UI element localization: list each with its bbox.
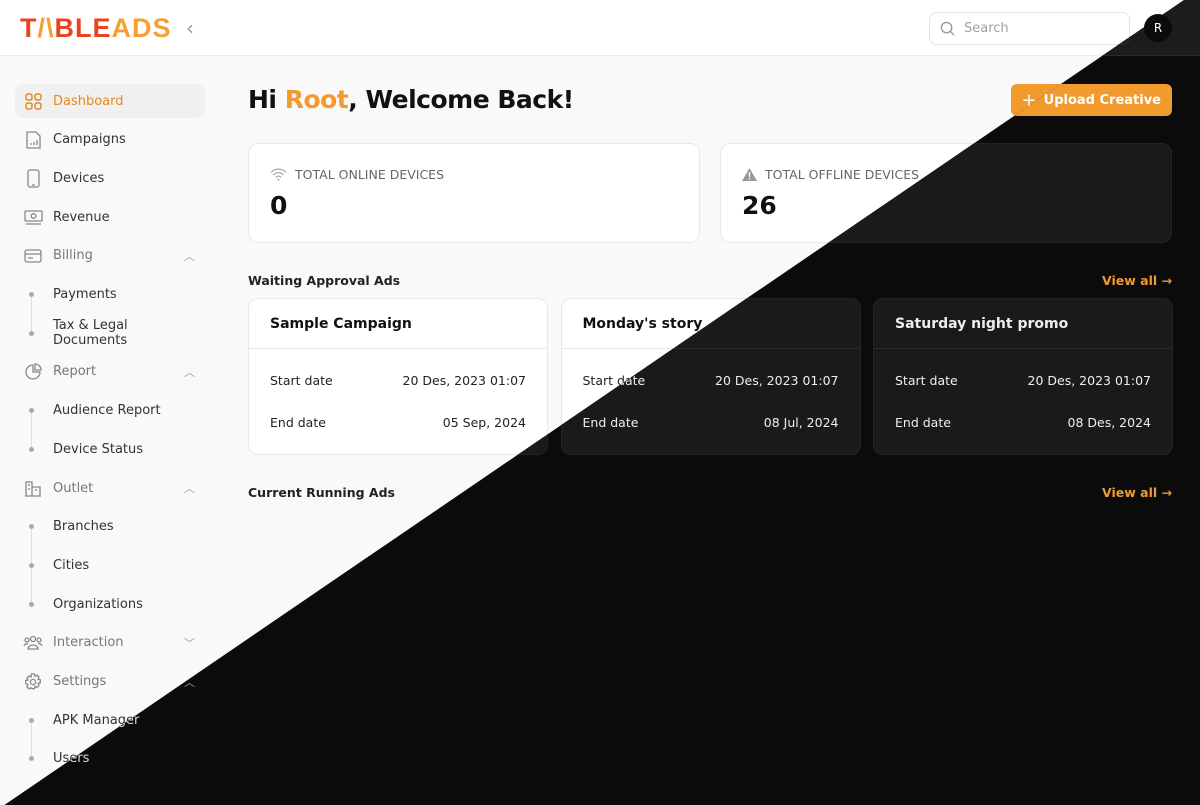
sidebar-item-label: Cities	[53, 557, 90, 573]
end-label: End date	[895, 415, 951, 430]
greeting: Hi	[248, 85, 285, 114]
bullet-dot	[29, 562, 34, 568]
start-value: 20 Des, 2023 01:07	[715, 373, 839, 388]
end-value: 08 Des, 2024	[1067, 415, 1151, 430]
wifi-icon	[270, 168, 287, 181]
sidebar-item-label: Revenue	[53, 209, 110, 225]
sidebar-item-label: Branches	[53, 519, 114, 535]
end-date-row: End date 08 Des, 2024	[895, 415, 1151, 430]
sidebar-item-label: Organizations	[53, 596, 143, 612]
bullet-dot	[29, 717, 34, 723]
pie-chart-icon	[23, 362, 43, 382]
greeting-rest: , Welcome Back!	[348, 85, 574, 114]
sidebar-item-label: Settings	[53, 674, 107, 689]
sidebar-item-label: Payments	[53, 287, 117, 302]
stat-label: TOTAL ONLINE DEVICES	[295, 167, 445, 182]
stat-value: 0	[270, 191, 288, 220]
running-view-all-link[interactable]: View all →	[1102, 485, 1172, 500]
sidebar-item-payments[interactable]: Payments	[15, 278, 205, 312]
sidebar-item-billing[interactable]: Billing ︿	[15, 239, 205, 273]
sidebar-item-campaigns[interactable]: Campaigns	[15, 123, 205, 157]
end-date-row: End date 05 Sep, 2024	[270, 415, 526, 430]
chevron-up-icon[interactable]: ︿	[184, 364, 195, 380]
warning-icon	[742, 168, 757, 181]
approval-ad-card[interactable]: Sample Campaign Start date 20 Des, 2023 01…	[248, 298, 548, 455]
start-date-row: Start date 20 Des, 2023 01:07	[270, 373, 526, 388]
start-value: 20 Des, 2023 01:07	[1027, 373, 1151, 388]
search-input[interactable]	[964, 21, 1114, 36]
sidebar-item-label: Billing	[53, 248, 93, 264]
waiting-view-all-link[interactable]: View all →	[1102, 273, 1172, 288]
sidebar-item-revenue[interactable]: Revenue	[15, 200, 205, 234]
grid-icon	[23, 91, 43, 111]
sidebar-item-branches[interactable]: Branches	[15, 510, 205, 544]
sidebar-item-label: Report	[53, 364, 97, 380]
chevron-up-icon[interactable]: ︿	[184, 480, 195, 496]
user-name: Root	[284, 85, 349, 114]
waiting-approval-heading: Waiting Approval Ads	[248, 273, 401, 288]
start-label: Start date	[270, 373, 333, 388]
sidebar-item-audience-report[interactable]: Audience Report	[15, 394, 205, 428]
sidebar-item-interaction[interactable]: Interaction ﹀	[15, 626, 205, 660]
chevron-down-icon[interactable]: ﹀	[184, 635, 195, 651]
sidebar-item-label: Outlet	[53, 480, 94, 496]
bullet-dot	[29, 408, 34, 414]
chevron-up-icon[interactable]: ︿	[184, 248, 195, 264]
start-date-row: Start date 20 Des, 2023 01:07	[895, 373, 1151, 388]
search-box[interactable]	[929, 12, 1130, 45]
sidebar-item-outlet[interactable]: Outlet ︿	[15, 471, 205, 505]
approval-ad-card[interactable]: Saturday night promo Start date 20 Des, 20…	[873, 298, 1173, 455]
smartphone-icon	[23, 168, 43, 188]
stat-online-devices: TOTAL ONLINE DEVICES 0	[248, 143, 700, 243]
sidebar-item-report[interactable]: Report ︿	[15, 355, 205, 389]
end-value: 08 Jul, 2024	[763, 415, 839, 430]
end-date-row: End date 08 Jul, 2024	[583, 415, 839, 430]
bullet-dot	[29, 524, 34, 530]
sidebar-item-device-status[interactable]: Device Status	[15, 432, 205, 466]
running-ads-heading: Current Running Ads	[248, 485, 395, 500]
sidebar-item-label: Tax & Legal Documents	[52, 318, 128, 349]
start-value: 20 Des, 2023 01:07	[402, 373, 526, 388]
search-icon	[940, 21, 955, 36]
start-label: Start date	[895, 373, 958, 388]
stat-label: TOTAL OFFLINE DEVICES	[765, 167, 920, 182]
gear-icon	[23, 672, 43, 692]
sidebar-item-devices[interactable]: Devices	[15, 161, 205, 195]
bullet-dot	[29, 292, 34, 297]
sidebar-item-cities[interactable]: Cities	[15, 548, 205, 582]
ad-title: Saturday night promo	[874, 299, 1172, 349]
sidebar-item-organizations[interactable]: Organizations	[15, 587, 205, 621]
end-value: 05 Sep, 2024	[442, 415, 526, 430]
users-icon	[23, 633, 43, 653]
sidebar-item-label: Campaigns	[53, 132, 126, 148]
stat-value: 26	[742, 191, 777, 220]
sidebar-item-label: Device Status	[53, 441, 144, 457]
bullet-dot	[29, 330, 34, 336]
file-chart-icon	[23, 130, 43, 150]
money-icon	[23, 207, 43, 227]
credit-card-icon	[23, 246, 43, 266]
bullet-dot	[29, 601, 34, 607]
sidebar-item-label: Interaction	[53, 635, 124, 651]
sidebar-item-label: Devices	[53, 170, 105, 186]
collapse-sidebar-icon[interactable]: ‹	[186, 16, 194, 40]
sidebar-item-dashboard[interactable]: Dashboard	[15, 84, 205, 118]
sidebar-item-label: Audience Report	[53, 403, 161, 419]
bullet-dot	[29, 756, 34, 762]
top-header: T/\BLEADS ‹ R	[0, 0, 1200, 56]
sidebar-item-tax-legal-documents[interactable]: Tax & Legal Documents	[15, 316, 205, 350]
bullet-dot	[29, 446, 34, 452]
tableads-logo[interactable]: T/\BLEADS	[20, 13, 172, 44]
building-icon	[23, 478, 43, 498]
ad-title: Sample Campaign	[249, 299, 547, 349]
upload-label: Upload Creative	[1043, 92, 1161, 108]
sidebar-item-label: Dashboard	[53, 93, 124, 109]
end-label: End date	[582, 415, 639, 430]
end-label: End date	[270, 415, 326, 430]
page-title: Hi Root, Welcome Back!	[248, 85, 574, 114]
